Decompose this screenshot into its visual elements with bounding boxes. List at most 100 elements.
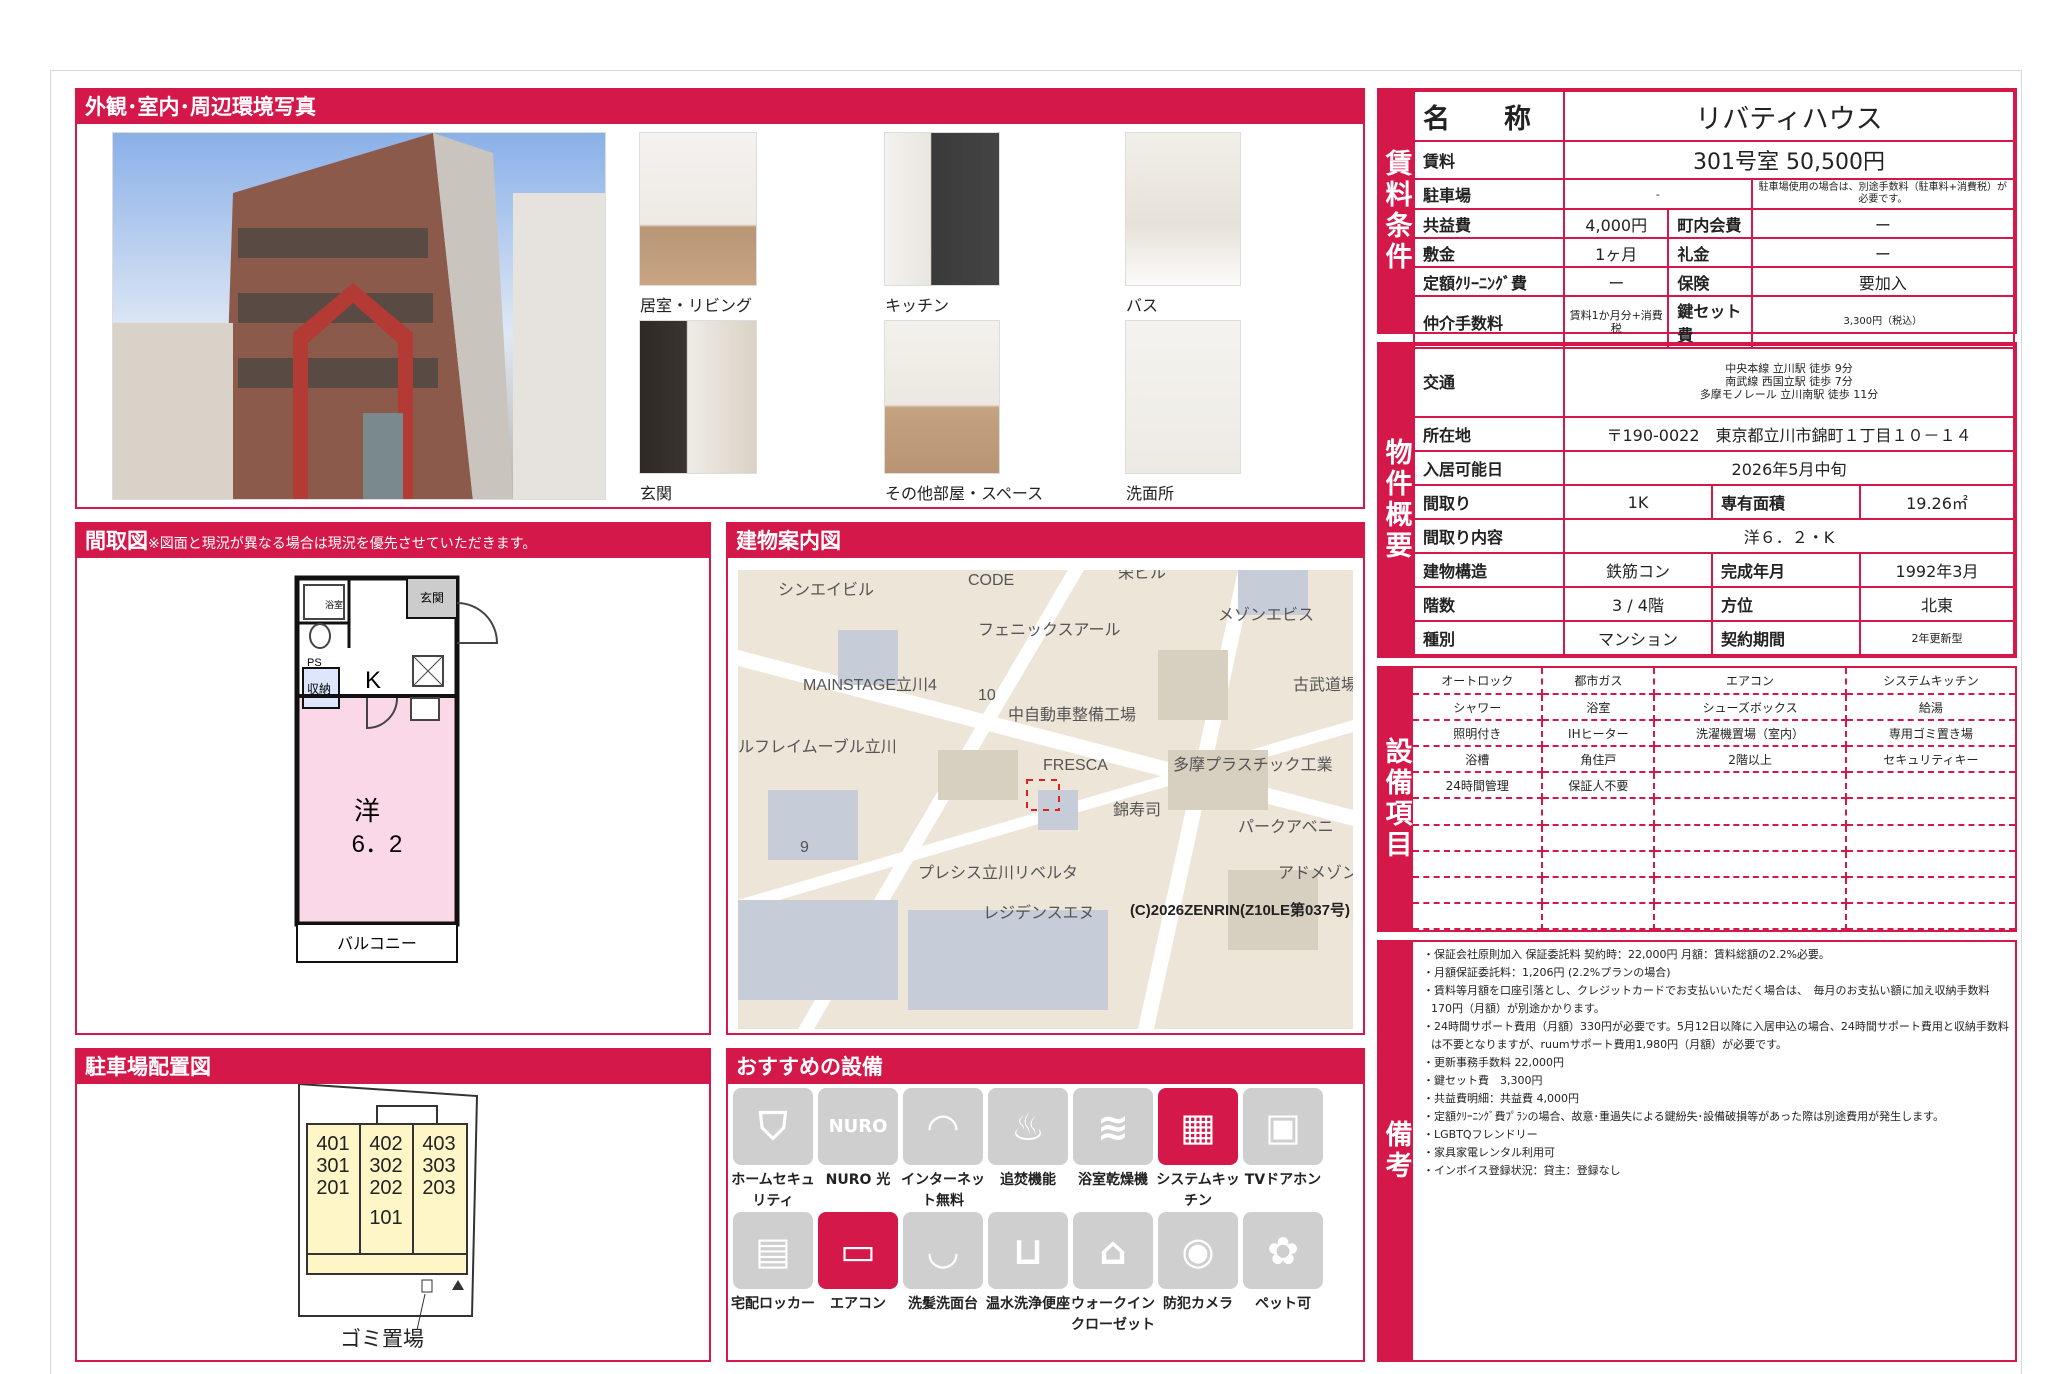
- photos-panel: 外観･室内･周辺環境写真 居室・リビング キッチン バス 玄関 その他部屋・スペ…: [75, 88, 1365, 509]
- closet-icon: ⌂: [1073, 1212, 1153, 1289]
- movein-label: 入居可能日: [1413, 450, 1565, 486]
- photo-washroom[interactable]: [1125, 320, 1241, 474]
- remark-line: ・家具家電レンタル利用可: [1423, 1146, 1555, 1159]
- keyset-label: 鍵セット費: [1667, 295, 1753, 349]
- equipment-item: [1542, 850, 1656, 878]
- room-403: 403: [422, 1133, 455, 1155]
- equipment-item: 24時間管理: [1413, 772, 1544, 800]
- facility-label: 宅配ロッカー: [731, 1296, 815, 1312]
- equipment-item: [1413, 798, 1544, 826]
- layout-label: 間取り: [1413, 484, 1565, 520]
- room-302: 302: [369, 1155, 402, 1177]
- equipment-item: [1413, 824, 1544, 852]
- structure-label: 建物構造: [1413, 552, 1565, 588]
- parking-layout: 401 402 403 301 302 303 201 202 203 101 …: [298, 1084, 479, 1351]
- map-label-16: アドメゾン: [1278, 864, 1353, 882]
- layout-detail-label: 間取り内容: [1413, 518, 1565, 554]
- equipment-item: [1845, 772, 2015, 800]
- common-fee-label: 共益費: [1413, 208, 1565, 239]
- room-201: 201: [316, 1177, 349, 1199]
- photo-kitchen[interactable]: [884, 132, 1000, 286]
- caption-other-room: その他部屋・スペース: [885, 484, 1044, 503]
- map-label-14: 9: [800, 839, 809, 856]
- structure-value: 鉄筋コン: [1563, 552, 1713, 588]
- access-label: 交通: [1413, 344, 1565, 418]
- remark-line: ・インボイス登録状況：貸主：登録なし: [1423, 1164, 1621, 1177]
- facilities-panel: おすすめの設備 ⛉ ホームセキュリティ NURO NURO 光 ◠ インターネット無料 ♨ 追…: [726, 1048, 1365, 1362]
- access-line-2: 南武線 西国立駅 徒歩 7分: [1725, 374, 1853, 388]
- parking-label: 駐車場: [1413, 178, 1565, 210]
- nuro-icon: NURO: [818, 1088, 898, 1165]
- cleaning-label: 定額ｸﾘｰﾆﾝｸﾞ費: [1413, 266, 1565, 297]
- photo-other-room[interactable]: [884, 320, 1000, 474]
- map-title: 建物案内図: [728, 524, 1363, 558]
- fp-kitchen-label: K: [365, 667, 381, 694]
- equipment-item: [1654, 772, 1847, 800]
- equipment-item: シューズボックス: [1654, 694, 1847, 722]
- equipment-item: [1845, 902, 2015, 931]
- caption-entrance: 玄関: [640, 484, 673, 503]
- equipment-item: エアコン: [1654, 668, 1847, 696]
- insurance-label: 保険: [1667, 266, 1753, 297]
- equipment-item: [1845, 824, 2015, 852]
- remark-line: ・更新事務手数料 22,000円: [1423, 1056, 1564, 1069]
- direction-label: 方位: [1711, 586, 1861, 622]
- equipment-section-label: 設備項目: [1379, 668, 1413, 930]
- remark-line: ・賃料等月額を口座引落とし、クレジットカードでお支払いいただく場合は、 毎月のお…: [1423, 984, 1990, 1015]
- area-map[interactable]: シンエイビル CODE 栄ビル メゾンエビス フェニックスアール MAINSTA…: [738, 570, 1353, 1029]
- equipment-item: シャワー: [1413, 694, 1544, 722]
- facilities-title: おすすめの設備: [728, 1050, 1363, 1084]
- type-label: 種別: [1413, 620, 1565, 656]
- parking-panel: 駐車場配置図 401 402 403 301 302 303 201 202 2…: [75, 1048, 711, 1362]
- rent-label: 賃料: [1413, 140, 1565, 180]
- bathtub-icon: ♨: [988, 1088, 1068, 1165]
- key-money-label: 礼金: [1667, 237, 1753, 268]
- map-label-13: パークアベニ: [1238, 818, 1334, 836]
- equipment-item: システムキッチン: [1845, 668, 2015, 696]
- layout-detail-value: 洋６．２・K: [1563, 518, 2015, 554]
- floorplan-header: 間取図※図面と現況が異なる場合は現況を優先させていただきます。: [77, 524, 709, 558]
- room-303: 303: [422, 1155, 455, 1177]
- garbage-label: ゴミ置場: [340, 1328, 424, 1351]
- photo-entrance[interactable]: [639, 320, 757, 474]
- area-value: 19.26㎡: [1859, 484, 2015, 520]
- map-label-1: CODE: [968, 572, 1014, 589]
- map-label-7: 古武道場: [1293, 676, 1353, 694]
- kitchen-icon: ▦: [1158, 1088, 1238, 1165]
- built-label: 完成年月: [1711, 552, 1861, 588]
- equipment-grid: オートロック 都市ガス エアコン システムキッチン シャワー 浴室 シューズボックス 給湯 照明…: [1413, 668, 2015, 931]
- facility-label: 防犯カメラ: [1163, 1296, 1233, 1312]
- room-101: 101: [369, 1207, 402, 1229]
- fp-entrance-label: 玄関: [420, 590, 444, 605]
- contract-label: 契約期間: [1711, 620, 1861, 656]
- facility-label: システムキッチン: [1156, 1172, 1240, 1209]
- floorplan-drawing: 玄関 浴室 PS 収納 K 洋 6．2 バルコニー: [294, 575, 499, 963]
- equipment-item: 専用ゴミ置き場: [1845, 720, 2015, 748]
- caption-kitchen: キッチン: [885, 296, 950, 315]
- room-202: 202: [369, 1177, 402, 1199]
- facility-label: 追焚機能: [1000, 1172, 1056, 1188]
- equipment-item: [1654, 850, 1847, 878]
- map-label-17: レジデンスエヌ: [983, 903, 1095, 922]
- parking-note: 駐車場使用の場合は、別途手数料（駐車料+消費税）が必要です。: [1750, 178, 2016, 210]
- map-label-12: 錦寿司: [1113, 801, 1161, 819]
- photo-living[interactable]: [639, 132, 757, 286]
- photo-bath[interactable]: [1125, 132, 1241, 286]
- keyset-value: 3,300円（税込）: [1750, 295, 2016, 349]
- map-label-11: 多摩プラスチック工業: [1173, 756, 1333, 774]
- property-name: リバティハウス: [1563, 90, 2015, 142]
- map-panel: 建物案内図 シンエイビル CODE 栄ビル メゾンエビス フェニックスアール M…: [726, 522, 1365, 1035]
- equipment-item: [1654, 824, 1847, 852]
- toilet-icon: ⊔: [988, 1212, 1068, 1289]
- facility-label: 洗髪洗面台: [908, 1296, 978, 1312]
- assoc-fee-value: ー: [1750, 208, 2016, 239]
- facility-label: 温水洗浄便座: [986, 1296, 1070, 1312]
- rent-section-label: 賃料条件: [1379, 90, 1413, 332]
- exterior-photo[interactable]: [112, 132, 606, 500]
- photos-title: 外観･室内･周辺環境写真: [77, 90, 1363, 124]
- dryer-icon: ≋: [1073, 1088, 1153, 1165]
- equipment-item: 給湯: [1845, 694, 2015, 722]
- equipment-item: [1654, 876, 1847, 904]
- broker-fee-label: 仲介手数料: [1413, 295, 1565, 349]
- remark-line: ・LGBTQフレンドリー: [1423, 1128, 1538, 1141]
